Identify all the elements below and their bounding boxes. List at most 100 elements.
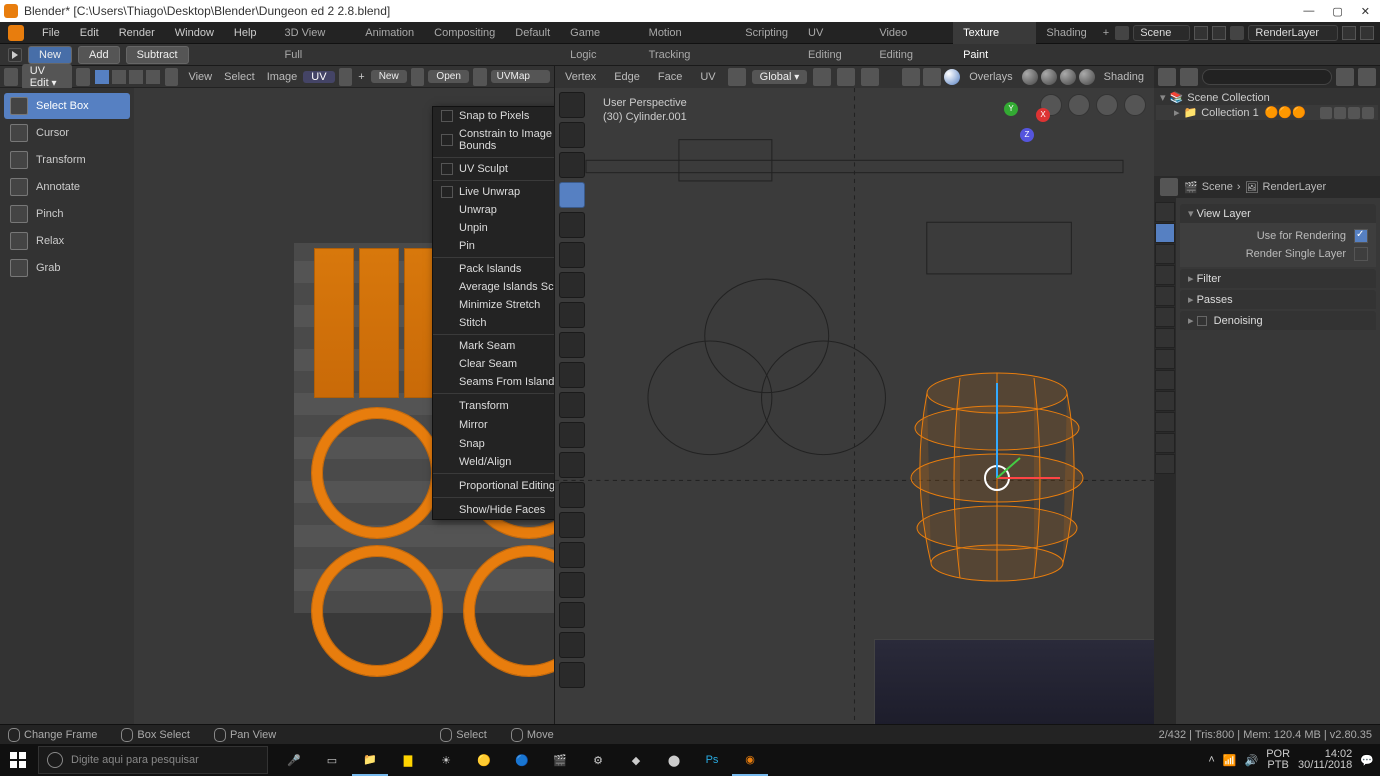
renderlayer-pin[interactable] [1342,26,1356,40]
overlays-dropdown[interactable] [944,69,960,85]
tray-volume-icon[interactable]: 🔊 [1245,754,1259,767]
scene-delete[interactable] [1212,26,1226,40]
workspace-tab-motion-tracking[interactable]: Motion Tracking [639,22,736,44]
uvmenu-stitch[interactable]: StitchV [433,314,554,332]
mode-subtract-button[interactable]: Subtract [126,46,189,64]
tool-pinch[interactable]: Pinch [4,201,130,227]
uvmenu-seams-from-islands[interactable]: Seams From Islands [433,373,554,391]
tool-select-box[interactable]: Select Box [4,93,130,119]
pin-icon[interactable] [473,68,487,86]
mode-add-button[interactable]: Add [78,46,120,64]
uv-menu-view[interactable]: View [182,71,218,83]
uv-menu-image[interactable]: Image [261,71,304,83]
snap-icon[interactable] [837,68,855,86]
tab-constraints-icon[interactable] [1155,391,1175,411]
uvmenu-mirror[interactable]: Mirror▸ [433,415,554,434]
add-workspace-button[interactable]: + [1097,27,1115,39]
notification-icon[interactable]: 💬 [1360,754,1374,767]
outliner-tree[interactable]: ▾ 📚 Scene Collection ▸ 📁 Collection 1 🟠🟠… [1154,88,1380,176]
tool-cursor[interactable]: Cursor [4,120,130,146]
sticky-select-icon[interactable] [165,68,179,86]
overlay-toggle-icon[interactable] [923,68,941,86]
gear-icon[interactable]: ⚙ [580,744,616,776]
render-single-layer-row[interactable]: Render Single Layer [1188,245,1368,263]
renderlayer-delete[interactable] [1360,26,1374,40]
uvmenu-snap[interactable]: Snap▸ [433,434,554,453]
shading-label[interactable]: Shading [1098,71,1150,83]
shading-solid-icon[interactable] [1041,69,1057,85]
workspace-tab-shading[interactable]: Shading [1036,22,1096,44]
uvmenu-clear-seam[interactable]: Clear Seam [433,355,554,373]
tab-object-icon[interactable] [1155,307,1175,327]
uv-menu-select[interactable]: Select [218,71,261,83]
open-image-button[interactable]: Open [428,70,468,83]
image-linked-icon[interactable] [339,68,353,86]
chrome-icon[interactable]: 🟡 [466,744,502,776]
tab-world-icon[interactable] [1155,286,1175,306]
uvmenu-weld-align[interactable]: Weld/AlignShift W ▸ [433,453,554,471]
uvmenu-pack-islands[interactable]: Pack Islands [433,260,554,278]
uvmenu-unpin[interactable]: UnpinAlt P [433,219,554,237]
workspace-tab-texture-paint[interactable]: Texture Paint [953,22,1036,44]
tab-output-icon[interactable] [1155,223,1175,243]
passes-panel-header[interactable]: Passes [1180,290,1376,309]
uvmenu-uv-sculpt[interactable]: UV Sculpt [433,160,554,178]
tab-texture-icon[interactable] [1155,454,1175,474]
outliner-new-collection-icon[interactable] [1358,68,1376,86]
explorer-taskbar-icon[interactable]: 📁 [352,744,388,776]
outliner-filter-icon[interactable] [1336,68,1354,86]
uvmenu-show-hide-faces[interactable]: Show/Hide Faces▸ [433,500,554,519]
menu-render[interactable]: Render [109,27,165,39]
use-for-rendering-checkbox[interactable] [1354,229,1368,243]
language-indicator[interactable]: PORPTB [1266,749,1290,771]
app-icon[interactable]: 🔵 [504,744,540,776]
workspace-tab-animation[interactable]: Animation [355,22,424,44]
blender-taskbar-icon[interactable]: ◉ [732,744,768,776]
outliner-collection-item[interactable]: ▸ 📁 Collection 1 🟠🟠🟠 [1156,105,1378,120]
tool-relax[interactable]: Relax [4,228,130,254]
properties-editor-icon[interactable] [1160,178,1178,196]
tab-scene-icon[interactable] [1155,265,1175,285]
uvmenu-snap-to-pixels[interactable]: Snap to PixelsShift Tab [433,107,554,125]
prop-edit-icon[interactable] [861,68,879,86]
start-button[interactable] [0,744,36,776]
sel-mode-face[interactable]: Face [652,71,688,83]
sync-icon[interactable] [76,68,90,86]
viewport-canvas[interactable]: User Perspective (30) Cylinder.001 [555,88,1154,744]
tray-network-icon[interactable]: 📶 [1223,754,1237,767]
play-icon[interactable] [8,48,22,62]
movies-icon[interactable]: 🎬 [542,744,578,776]
weather-icon[interactable]: ☀ [428,744,464,776]
clock[interactable]: 14:0230/11/2018 [1298,749,1352,771]
orient-icon[interactable] [728,68,746,86]
use-for-rendering-row[interactable]: Use for Rendering [1188,227,1368,245]
uvmenu-minimize-stretch[interactable]: Minimize Stretch [433,296,554,314]
tab-render-icon[interactable] [1155,202,1175,222]
photoshop-icon[interactable]: Ps [694,744,730,776]
workspace-tab-uv-editing[interactable]: UV Editing [798,22,869,44]
workspace-tab-game-logic[interactable]: Game Logic [560,22,639,44]
uvmenu-mark-seam[interactable]: Mark Seam [433,337,554,355]
task-view-button[interactable]: ▭ [314,744,350,776]
menu-help[interactable]: Help [224,27,267,39]
overlays-label[interactable]: Overlays [963,71,1018,83]
tool-grab[interactable]: Grab [4,255,130,281]
unity-icon[interactable]: ◆ [618,744,654,776]
outliner-editor-icon[interactable] [1158,68,1176,86]
outliner-scene-collection[interactable]: ▾ 📚 Scene Collection [1156,90,1378,105]
maximize-button[interactable]: ▢ [1332,5,1342,18]
tab-modifier-icon[interactable] [1155,328,1175,348]
view-layer-panel-header[interactable]: View Layer [1180,204,1376,223]
uvmap-selector[interactable]: UVMap [491,70,550,83]
gizmo-toggle-icon[interactable] [902,68,920,86]
cortana-button[interactable]: 🎤 [276,744,312,776]
sel-mode-uv[interactable]: UV [694,71,721,83]
uvmenu-average-islands-scale[interactable]: Average Islands Scale [433,278,554,296]
uv-mode-dropdown[interactable]: UV Edit ▾ [22,64,72,90]
outliner-display-icon[interactable] [1180,68,1198,86]
open-image-icon[interactable] [411,68,425,86]
tab-particles-icon[interactable] [1155,349,1175,369]
uv-select-mode[interactable] [94,69,161,85]
uvmenu-proportional-editing[interactable]: Proportional Editing▸ [433,476,554,495]
sel-mode-edge[interactable]: Edge [608,71,646,83]
